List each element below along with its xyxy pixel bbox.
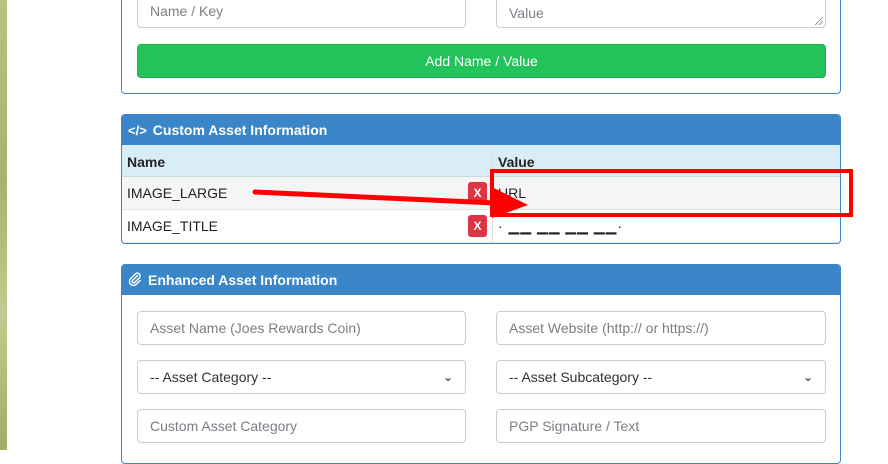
annotation-box	[490, 169, 853, 217]
annotation-arrow	[252, 188, 528, 218]
